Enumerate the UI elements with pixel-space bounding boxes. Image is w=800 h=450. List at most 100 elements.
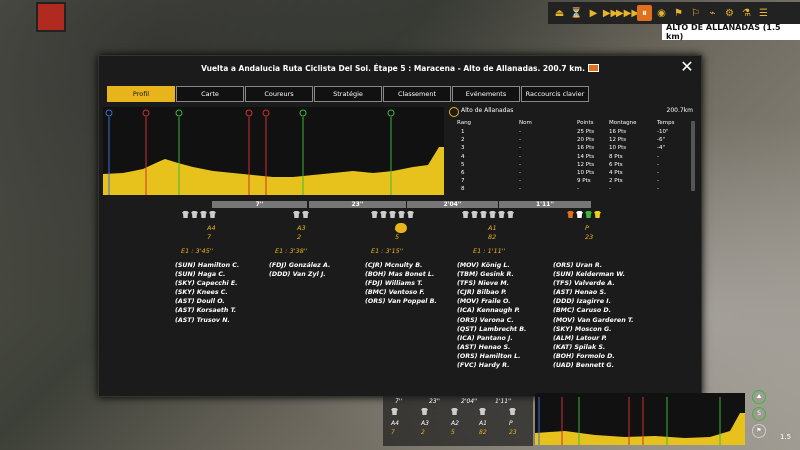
hud-button[interactable]: ⏳ <box>569 5 584 21</box>
jersey-icon <box>594 211 601 218</box>
tab-0[interactable]: Profil <box>107 86 175 102</box>
mini-group-code: A1 <box>479 420 487 427</box>
rank-cell: 8 <box>461 186 465 193</box>
rank-cell: 16 Pts <box>577 145 595 152</box>
group-count: 23 <box>585 233 594 241</box>
hud-button[interactable]: ⚑ <box>671 5 686 21</box>
rank-cell: - <box>657 161 659 168</box>
jersey-icon <box>576 211 583 218</box>
group-code: A2 <box>395 224 404 232</box>
mini-gap: 1'11'' <box>495 398 512 405</box>
race-logo-icon <box>36 2 66 32</box>
rank-header: Temps <box>657 120 675 126</box>
hud-button[interactable]: ▶ <box>586 5 601 21</box>
jersey-icon <box>498 211 505 218</box>
rank-cell: - <box>657 153 659 160</box>
hud-button[interactable]: ⌁ <box>705 5 720 21</box>
stage-modal: Vuelta a Andalucia Ruta Ciclista Del Sol… <box>98 55 702 397</box>
hud-button[interactable]: ☰ <box>756 5 771 21</box>
rank-cell: 16 Pts <box>609 129 627 135</box>
mini-profile-chart <box>535 397 745 445</box>
mini-profile[interactable] <box>535 393 745 445</box>
jersey-icon <box>567 211 574 218</box>
finish-flag-icon[interactable]: ⚑ <box>752 424 766 438</box>
hud-button[interactable]: ⚙ <box>722 5 737 21</box>
checkpoint-icon[interactable] <box>299 109 307 117</box>
scrollbar[interactable] <box>691 121 695 191</box>
tab-4[interactable]: Classement <box>383 86 451 102</box>
stage-profile[interactable] <box>103 107 444 195</box>
hud-button[interactable]: ⏸ <box>637 5 652 21</box>
rank-cell: - <box>657 186 659 193</box>
rank-cell: 1 <box>461 129 465 135</box>
mini-group-count: 7 <box>391 429 395 436</box>
tab-1[interactable]: Carte <box>176 86 244 102</box>
rank-header: Nom <box>519 120 532 126</box>
group-code: P <box>585 224 589 232</box>
side-controls: ⛰ S ⚑ <box>752 390 772 446</box>
rank-cell: - <box>577 186 579 193</box>
group-riders[interactable]: (FDJ) González A. (DDD) Van Zyl J. <box>269 261 330 279</box>
group-shirts[interactable] <box>182 211 216 218</box>
jersey-icon <box>191 211 198 218</box>
rank-cell: 12 Pts <box>609 137 627 144</box>
gap-bar: 23'' <box>309 201 406 208</box>
hud-button[interactable]: ⚗ <box>739 5 754 21</box>
rank-cell: - <box>657 170 659 176</box>
hud-button[interactable]: ▶▶▶ <box>616 5 639 21</box>
rank-cell: 6 Pts <box>609 161 623 168</box>
jersey-icon <box>471 211 478 218</box>
group-riders[interactable]: (SUN) Hamilton C. (SUN) Haga C. (SKY) Ca… <box>175 261 239 325</box>
stage-label[interactable]: ALTO DE ALLANADAS (1.5 km) <box>662 23 800 41</box>
hud-button[interactable]: ⚐ <box>688 5 703 21</box>
checkpoint-icon[interactable] <box>245 109 253 117</box>
jersey-icon <box>209 211 216 218</box>
group-code: A1 <box>488 224 497 232</box>
mini-terrain-area <box>535 413 745 445</box>
rank-cell: -10" <box>657 129 669 135</box>
rank-cell: - <box>519 170 521 176</box>
group-riders[interactable]: (MOV) König L. (TBM) Gesink R. (TFS) Nie… <box>457 261 526 370</box>
group-code: A4 <box>207 224 216 232</box>
mini-group-code: A4 <box>391 420 399 427</box>
rank-cell: 14 Pts <box>577 153 595 160</box>
tab-6[interactable]: Raccourcis clavier <box>521 86 589 102</box>
rank-header: Rang <box>457 120 472 126</box>
group-count: 5 <box>395 233 400 241</box>
jersey-icon <box>509 408 516 415</box>
group-shirts[interactable] <box>462 211 514 218</box>
jersey-icon <box>462 211 469 218</box>
modal-title: Vuelta a Andalucia Ruta Ciclista Del Sol… <box>99 56 701 80</box>
group-shirts[interactable] <box>293 211 309 218</box>
rank-cell: - <box>519 153 521 160</box>
jersey-icon <box>293 211 300 218</box>
climb-icon <box>449 107 459 117</box>
mini-group-code: P <box>509 420 513 427</box>
hud-button[interactable]: ⏏ <box>552 5 567 21</box>
group-riders[interactable]: (CJR) Mcnulty B. (BOH) Mas Bonet L. (FDJ… <box>365 261 437 306</box>
checkpoint-icon[interactable] <box>262 109 270 117</box>
rank-cell: 25 Pts <box>577 129 595 135</box>
tab-2[interactable]: Coureurs <box>245 86 313 102</box>
checkpoint-icon[interactable] <box>142 109 150 117</box>
rank-cell: 5 <box>461 161 465 168</box>
rank-cell: 20 Pts <box>577 137 595 144</box>
group-shirts[interactable] <box>567 211 601 218</box>
rank-cell: 6 <box>461 170 465 176</box>
tab-3[interactable]: Stratégie <box>314 86 382 102</box>
group-riders[interactable]: (ORS) Uran R. (SUN) Kelderman W. (TFS) V… <box>553 261 634 370</box>
group-count: 7 <box>207 233 212 241</box>
checkpoint-icon[interactable] <box>175 109 183 117</box>
checkpoint-icon[interactable] <box>387 109 395 117</box>
hud-button[interactable]: ◉ <box>654 5 669 21</box>
close-icon[interactable]: ✕ <box>679 59 695 75</box>
checkpoint-icon[interactable] <box>105 109 113 117</box>
rank-cell: -4" <box>657 145 666 152</box>
mini-groups[interactable]: 7'' 23'' 2'04'' 1'11'' A4 7 A3 2 A2 5 A1 82 P 23 <box>383 396 533 446</box>
sprint-status-icon[interactable]: S <box>752 407 766 421</box>
group-shirts[interactable] <box>371 211 414 218</box>
jersey-icon <box>182 211 189 218</box>
tab-5[interactable]: Evénements <box>452 86 520 102</box>
climb-status-icon[interactable]: ⛰ <box>752 390 766 404</box>
jersey-icon <box>380 211 387 218</box>
